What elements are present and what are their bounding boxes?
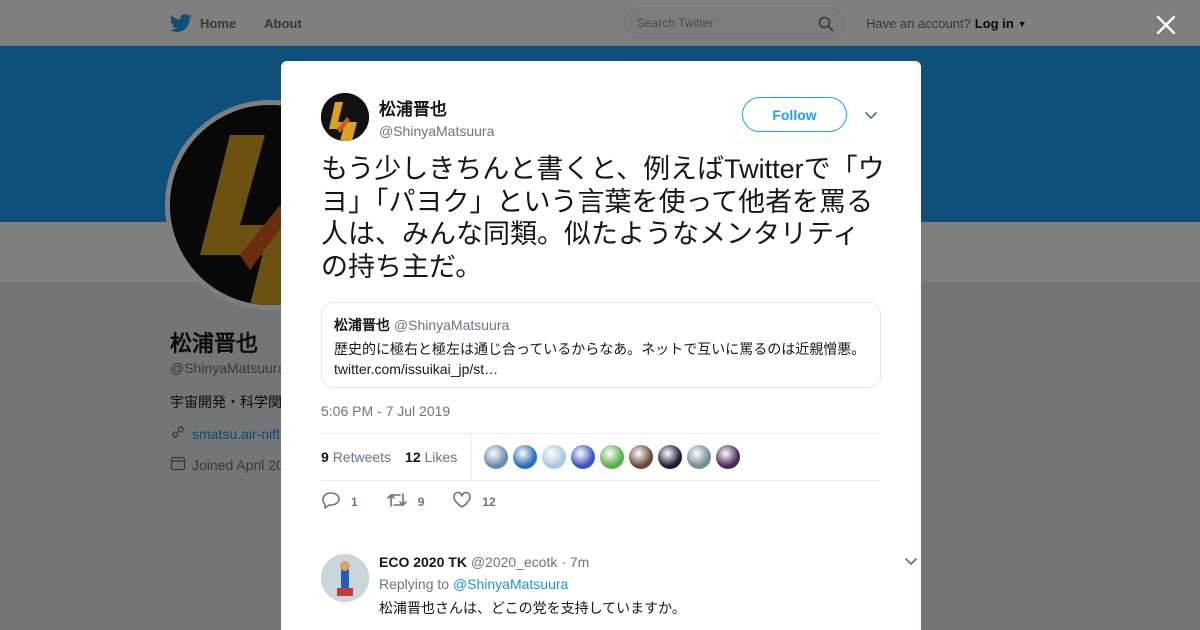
tweet-author-avatar[interactable]	[321, 93, 369, 141]
replying-to-link[interactable]: @ShinyaMatsuura	[453, 576, 568, 592]
stats-divider	[471, 434, 473, 480]
liker-avatar[interactable]	[658, 445, 683, 469]
liker-avatar[interactable]	[600, 445, 625, 469]
chevron-down-icon[interactable]	[864, 108, 878, 126]
tweet-author-handle[interactable]: @ShinyaMatsuura	[379, 123, 494, 139]
replying-prefix: Replying to	[379, 576, 450, 592]
like-button[interactable]: 12	[452, 491, 496, 512]
liker-avatar[interactable]	[629, 445, 654, 469]
liker-avatar[interactable]	[571, 445, 596, 469]
tweet-modal: 松浦晋也 @ShinyaMatsuura Follow もう少しきちんと書くと、…	[281, 61, 921, 630]
retweets-stat[interactable]: 9 Retweets	[321, 449, 391, 465]
tweet-timestamp[interactable]: 5:06 PM - 7 Jul 2019	[321, 403, 450, 419]
liker-avatar[interactable]	[513, 445, 538, 469]
reply-body: ECO 2020 TK @2020_ecotk · 7m Replying to…	[379, 554, 859, 618]
tweet-actions: 1 9 12	[321, 491, 496, 512]
retweet-button[interactable]: 9	[386, 491, 425, 512]
quoted-tweet[interactable]: 松浦晋也 @ShinyaMatsuura 歴史的に極右と極左は通じ合っているから…	[321, 302, 881, 388]
heart-icon	[452, 491, 472, 512]
reply-button[interactable]: 1	[321, 491, 358, 512]
quoted-tweet-text: 歴史的に極右と極左は通じ合っているからなあ。ネットで互いに罵るのは近親憎悪。 t…	[334, 339, 868, 379]
reply-header: ECO 2020 TK @2020_ecotk · 7m	[379, 554, 859, 570]
likes-label: Likes	[424, 449, 458, 465]
quoted-text-line: 歴史的に極右と極左は通じ合っているからなあ。ネットで互いに罵るのは近親憎悪。	[334, 341, 866, 357]
retweet-icon	[386, 491, 408, 512]
replying-to-line: Replying to @ShinyaMatsuura	[379, 576, 859, 592]
likes-stat[interactable]: 12 Likes	[405, 449, 457, 465]
reply-icon	[321, 491, 341, 512]
close-icon[interactable]	[1153, 12, 1179, 38]
liker-avatar[interactable]	[542, 445, 567, 469]
tweet-author-name[interactable]: 松浦晋也	[379, 95, 494, 120]
reply-author-handle[interactable]: @2020_ecotk	[471, 554, 558, 570]
quoted-author-handle: @ShinyaMatsuura	[393, 317, 510, 333]
tweet-stats: 9 Retweets 12 Likes	[321, 433, 881, 481]
tweet-text: もう少しきちんと書くと、例えばTwitterで「ウヨ」「パヨク」という言葉を使っ…	[321, 154, 885, 282]
reply-author-avatar[interactable]	[321, 554, 369, 602]
like-count: 12	[482, 494, 496, 509]
liker-avatar[interactable]	[687, 445, 712, 469]
quoted-tweet-header: 松浦晋也 @ShinyaMatsuura	[334, 315, 868, 335]
reply-count: 1	[351, 494, 358, 509]
reply-separator: ·	[561, 554, 566, 570]
retweet-count: 9	[417, 494, 425, 509]
quoted-link: twitter.com/issuikai_jp/st…	[334, 361, 499, 377]
reply-text: 松浦晋也さんは、どこの党を支持していますか。	[379, 600, 686, 616]
likes-count: 12	[405, 449, 421, 465]
liker-avatar[interactable]	[716, 445, 741, 469]
tweet-author-names: 松浦晋也 @ShinyaMatsuura	[379, 95, 494, 139]
liker-avatars	[484, 445, 741, 469]
reply-author-name[interactable]: ECO 2020 TK	[379, 554, 467, 570]
reply-chevron-down-icon[interactable]	[904, 554, 918, 572]
retweets-count: 9	[321, 449, 329, 465]
tweet-header: 松浦晋也 @ShinyaMatsuura	[321, 93, 494, 141]
liker-avatar[interactable]	[484, 445, 509, 469]
quoted-author-name: 松浦晋也	[334, 317, 390, 333]
reply-age[interactable]: 7m	[570, 554, 589, 570]
follow-button[interactable]: Follow	[742, 97, 847, 132]
retweets-label: Retweets	[332, 449, 392, 465]
